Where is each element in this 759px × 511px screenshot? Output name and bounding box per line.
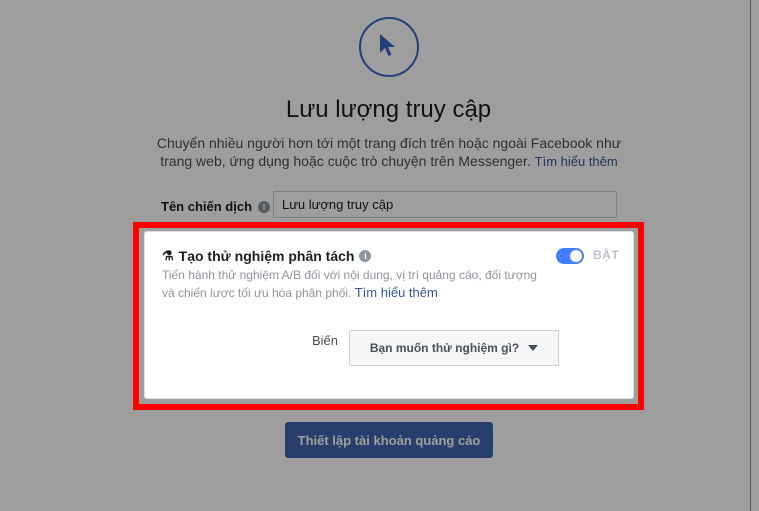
scrollbar-edge	[750, 0, 751, 511]
highlight-box	[133, 222, 644, 410]
